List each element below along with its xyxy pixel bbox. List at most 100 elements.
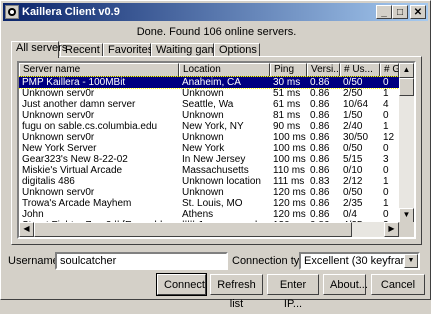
username-input[interactable] (55, 252, 228, 270)
dropdown-arrow-icon[interactable]: ▼ (404, 254, 418, 268)
cell-version: 0.86 (310, 99, 330, 110)
scroll-right-button[interactable]: ▶ (384, 222, 399, 237)
cell-server-name: New York Server (22, 143, 97, 154)
cell-location: In New Jersey (182, 154, 246, 165)
cell-ping: 120 ms (273, 209, 306, 220)
cell-location: New York, NY (182, 121, 244, 132)
cell-version: 0.86 (310, 154, 330, 165)
cell-server-name: Just another damn server (22, 99, 136, 110)
column-header-location[interactable]: Location (179, 63, 270, 77)
table-row[interactable]: Just another damn server Seattle, Wa 61 ms… (19, 99, 399, 110)
connection-type-value: Excellent (30 keyframes/s) (304, 255, 418, 267)
cell-users: 2/12 (343, 176, 363, 187)
column-header-version[interactable]: Versi... (307, 63, 340, 77)
close-button[interactable]: ✕ (410, 5, 426, 19)
table-row[interactable]: digitalis 486 Unknown location 111 ms 0.83 2… (19, 176, 399, 187)
server-list[interactable]: Server name Location Ping Versi... # Us.… (17, 61, 416, 239)
minimize-button[interactable]: _ (376, 5, 392, 19)
cell-users: 10/64 (343, 99, 369, 110)
table-row[interactable]: Unknown serv0r Unknown 120 ms 0.86 0/50 0 (19, 187, 399, 198)
connection-type-select[interactable]: Excellent (30 keyframes/s) ▼ (299, 252, 420, 270)
cell-server-name: Trowa's Arcade Mayhem (22, 198, 132, 209)
table-row[interactable]: Miskie's Virtual Arcade Massachusetts 110 … (19, 165, 399, 176)
cell-users: 2/35 (343, 198, 363, 209)
cell-server-name: Unknown serv0r (22, 187, 95, 198)
column-header-ping[interactable]: Ping (270, 63, 307, 77)
cell-users: 5/15 (343, 154, 363, 165)
horizontal-scrollbar[interactable]: ◀ ▶ (19, 222, 399, 237)
tab-waiting-games[interactable]: Waiting games (151, 43, 228, 57)
table-row[interactable]: Trowa's Arcade Mayhem St. Louis, MO 120 ms… (19, 198, 399, 209)
cell-version: 0.86 (310, 209, 330, 220)
tab-all-servers[interactable]: All servers (11, 41, 67, 58)
cell-users: 0/50 (343, 187, 363, 198)
horizontal-scroll-thumb[interactable] (34, 222, 352, 237)
table-row[interactable]: New York Server New York 100 ms 0.86 0/50 0 (19, 143, 399, 154)
table-row[interactable]: fugu on sable.cs.columbia.edu New York, N… (19, 121, 399, 132)
column-header-games[interactable]: # Ga (380, 63, 399, 77)
enter-ip-button[interactable]: Enter IP... (267, 274, 319, 310)
list-rows: PMP Kaillera - 100MBit Anaheim, CA 30 ms 0.… (19, 76, 400, 231)
cell-users: 2/40 (343, 121, 363, 132)
cell-server-name: fugu on sable.cs.columbia.edu (22, 121, 158, 132)
column-header-server-name[interactable]: Server name (19, 63, 179, 77)
cell-ping: 61 ms (273, 99, 301, 110)
cell-ping: 120 ms (273, 198, 306, 209)
vertical-scrollbar[interactable]: ▲ ▼ (399, 63, 414, 223)
cell-ping: 120 ms (273, 187, 306, 198)
cell-ping: 81 ms (273, 110, 301, 121)
cell-server-name: Miskie's Virtual Arcade (22, 165, 123, 176)
scroll-down-button[interactable]: ▼ (399, 208, 414, 223)
cell-version: 0.86 (310, 77, 330, 88)
about-button[interactable]: About... (323, 274, 368, 295)
cell-games: 3 (383, 154, 389, 165)
cell-games: 0 (383, 77, 389, 88)
column-header-users[interactable]: # Us... (340, 63, 380, 77)
cell-location: Unknown (182, 187, 224, 198)
cell-users: 0/10 (343, 165, 363, 176)
app-icon[interactable] (5, 5, 19, 19)
cell-location: Unknown location (182, 176, 261, 187)
connect-button[interactable]: Connect (156, 273, 207, 296)
scroll-up-button[interactable]: ▲ (399, 63, 414, 78)
cell-server-name: Unknown serv0r (22, 110, 95, 121)
cell-location: Unknown (182, 88, 224, 99)
cell-users: 1/50 (343, 110, 363, 121)
cell-games: 1 (383, 198, 389, 209)
table-row[interactable]: Unknown serv0r Unknown 81 ms 0.86 1/50 0 (19, 110, 399, 121)
cell-location: Unknown (182, 132, 224, 143)
scroll-corner (399, 222, 414, 237)
maximize-button[interactable]: □ (392, 5, 408, 19)
cell-server-name: Unknown serv0r (22, 88, 95, 99)
cell-server-name: Gear323's New 8-22-02 (22, 154, 128, 165)
tab-favorites[interactable]: Favorites (103, 43, 153, 57)
cell-games: 0 (383, 165, 389, 176)
tab-options[interactable]: Options (214, 43, 260, 57)
cell-ping: 110 ms (273, 165, 306, 176)
title-bar[interactable]: Kaillera Client v0.9 _ □ ✕ (3, 3, 428, 21)
cell-location: Seattle, Wa (182, 99, 234, 110)
cell-games: 0 (383, 143, 389, 154)
cell-ping: 90 ms (273, 121, 301, 132)
cell-ping: 100 ms (273, 132, 306, 143)
cancel-button[interactable]: Cancel (371, 274, 425, 295)
refresh-list-button[interactable]: Refresh list (210, 274, 263, 310)
table-row[interactable]: Gear323's New 8-22-02 In New Jersey 100 ms… (19, 154, 399, 165)
status-text: Done. Found 106 online servers. (136, 26, 297, 38)
scroll-left-button[interactable]: ◀ (19, 222, 34, 237)
table-row[interactable]: PMP Kaillera - 100MBit Anaheim, CA 30 ms 0.… (19, 76, 400, 89)
cell-ping: 111 ms (273, 176, 305, 187)
vertical-scroll-thumb[interactable] (399, 78, 414, 96)
username-label: Username: (8, 255, 62, 267)
table-row[interactable]: Unknown serv0r Unknown 51 ms 0.86 2/50 1 (19, 88, 399, 99)
table-row[interactable]: John Athens 120 ms 0.86 0/4 0 (19, 209, 399, 220)
table-row[interactable]: Unknown serv0r Unknown 100 ms 0.86 30/50 12 (19, 132, 399, 143)
cell-games: 1 (383, 88, 389, 99)
cell-server-name: John (22, 209, 44, 220)
cell-version: 0.86 (310, 110, 330, 121)
main-window: Kaillera Client v0.9 _ □ ✕ Done. Found 1… (0, 0, 431, 310)
cell-ping: 100 ms (273, 143, 306, 154)
cell-server-name: digitalis 486 (22, 176, 75, 187)
cell-version: 0.86 (310, 198, 330, 209)
cell-users: 0/50 (343, 77, 363, 88)
